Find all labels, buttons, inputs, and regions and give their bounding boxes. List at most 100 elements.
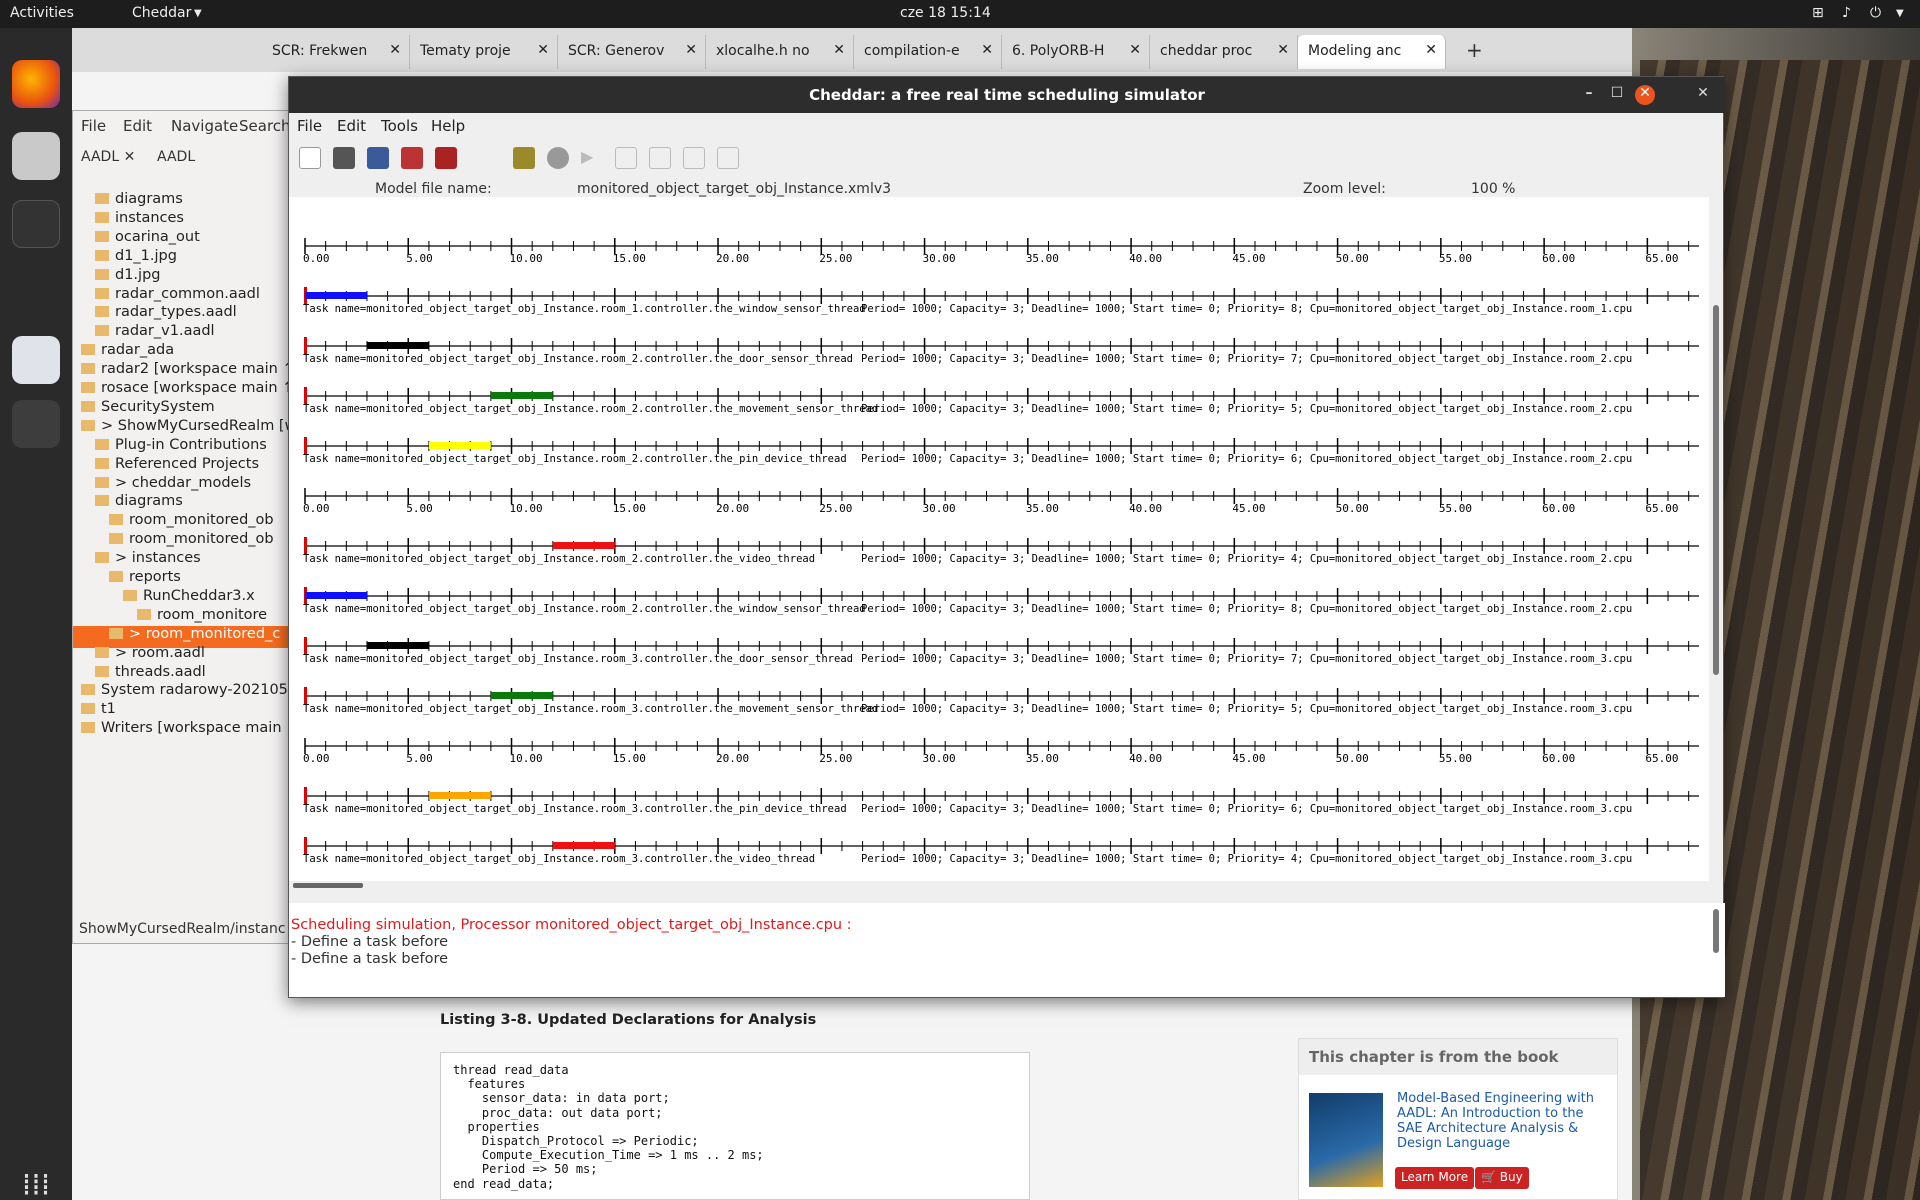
close-icon[interactable]: ✕ [1693, 85, 1713, 105]
close-icon[interactable]: ✕ [1635, 85, 1655, 105]
tick-label: 40.00 [1129, 752, 1162, 765]
clock[interactable]: cze 18 15:14 [900, 5, 991, 21]
task-params: Period= 1000; Capacity= 3; Deadline= 100… [861, 703, 1632, 715]
volume-icon[interactable]: ♪ [1842, 5, 1851, 21]
browser-tab[interactable]: SCR: Frekwen ✕ [262, 35, 410, 69]
exit-icon[interactable] [435, 147, 457, 169]
browser-tab[interactable]: cheddar proc ✕ [1150, 35, 1298, 69]
minimize-icon[interactable]: – [1579, 85, 1599, 105]
learn-more-button[interactable]: Learn More [1395, 1167, 1475, 1189]
tick-label: 5.00 [406, 252, 433, 265]
tree-item[interactable]: Writers [workspace main [81, 720, 282, 742]
close-icon[interactable]: ✕ [1277, 42, 1289, 58]
browser-tab[interactable]: compilation-e ✕ [854, 35, 1002, 69]
menu-edit[interactable]: Edit [337, 117, 366, 135]
zoom-in-icon[interactable] [683, 147, 705, 169]
app-menu[interactable]: Cheddar [132, 5, 191, 21]
browser-tab[interactable]: 6. PolyORB-H ✕ [1002, 35, 1150, 69]
eclipse-tab-aadl[interactable]: AADL [157, 149, 195, 165]
tab-label: 6. PolyORB-H [1012, 43, 1105, 59]
eclipse-menu-edit[interactable]: Edit [123, 117, 152, 135]
tree-item-label: SecuritySystem [101, 398, 215, 415]
task-params: Period= 1000; Capacity= 3; Deadline= 100… [861, 853, 1632, 865]
tick-label: 30.00 [923, 252, 956, 265]
close-icon[interactable]: ✕ [537, 42, 549, 58]
eclipse-menu-file[interactable]: File [81, 117, 106, 135]
browser-tab[interactable]: Tematy proje ✕ [410, 35, 558, 69]
edit-model-icon[interactable] [513, 147, 535, 169]
close-icon[interactable]: ✕ [124, 149, 136, 165]
tab-label: SCR: Generov [568, 43, 665, 59]
close-icon[interactable]: ✕ [1425, 42, 1437, 58]
code-line: features [453, 1077, 526, 1092]
running-app-icon[interactable] [12, 400, 60, 448]
folder-icon [95, 193, 109, 204]
task-execution-bar [366, 342, 429, 349]
close-icon[interactable]: ✕ [685, 42, 697, 58]
close-icon[interactable]: ✕ [833, 42, 845, 58]
new-file-icon[interactable] [299, 147, 321, 169]
maximize-icon[interactable]: ☐ [1607, 85, 1627, 105]
tick-label: 40.00 [1129, 502, 1162, 515]
folder-icon [109, 514, 123, 526]
activities-button[interactable]: Activities [10, 5, 74, 21]
horizontal-scrollbar[interactable] [293, 883, 363, 888]
files-icon[interactable] [12, 132, 60, 180]
text-editor-icon[interactable] [12, 336, 60, 384]
run-icon[interactable]: ▶ [581, 147, 603, 169]
folder-icon [137, 608, 151, 620]
console-line: - Define a task before [291, 951, 449, 967]
show-apps-icon[interactable]: ⁞⁞⁞ [12, 1168, 60, 1200]
firefox-icon[interactable] [12, 60, 60, 108]
task-label: Task name=monitored_object_target_obj_In… [303, 353, 853, 365]
tab-label: SCR: Frekwen [272, 43, 368, 59]
system-menu-caret-icon[interactable]: ▼ [1896, 8, 1904, 19]
tab-label: Modeling anc [1308, 43, 1402, 59]
browser-tab-active[interactable]: Modeling anc ✕ [1298, 35, 1446, 69]
tree-item-label: reports [129, 569, 181, 585]
book-cover-image[interactable] [1309, 1093, 1383, 1187]
open-folder-icon[interactable] [333, 147, 355, 169]
menu-help[interactable]: Help [431, 117, 465, 135]
model-file-label: Model file name: [375, 181, 492, 197]
power-icon[interactable]: ⏻ [1870, 5, 1881, 21]
tick-label: 60.00 [1542, 252, 1575, 265]
eclipse-menu-search[interactable]: Search [239, 117, 291, 135]
tree-item-label: radar_ada [101, 342, 175, 359]
vertical-scrollbar[interactable] [1713, 305, 1719, 675]
task-label: Task name=monitored_object_target_obj_In… [303, 603, 866, 615]
buy-button[interactable]: 🛒 Buy [1475, 1167, 1529, 1189]
save-icon[interactable] [367, 147, 389, 169]
close-icon[interactable]: ✕ [1129, 42, 1141, 58]
tick-label: 45.00 [1232, 252, 1265, 265]
save-as-icon[interactable] [401, 147, 423, 169]
schedule-icon[interactable] [615, 147, 637, 169]
network-icon[interactable]: ⊞ [1812, 5, 1824, 21]
menu-tools[interactable]: Tools [381, 117, 418, 135]
code-line: thread read_data [453, 1063, 569, 1077]
code-line: sensor_data: in data port; [453, 1091, 670, 1106]
eclipse-tab-aadl-navigator[interactable]: AADL ✕ [81, 149, 135, 165]
menu-file[interactable]: File [297, 117, 322, 135]
close-icon[interactable]: ✕ [389, 42, 401, 58]
settings-gear-icon[interactable] [547, 147, 569, 169]
terminal-icon[interactable] [12, 200, 60, 248]
zoom-fit-icon[interactable] [717, 147, 739, 169]
eclipse-menu-navigate[interactable]: Navigate [171, 117, 238, 135]
browser-tab[interactable]: SCR: Generov ✕ [558, 35, 706, 69]
folder-icon [123, 589, 137, 601]
task-execution-bar [366, 642, 429, 649]
task-params: Period= 1000; Capacity= 3; Deadline= 100… [861, 803, 1632, 815]
code-line: proc_data: out data port; [453, 1105, 663, 1120]
new-tab-icon[interactable]: + [1466, 38, 1483, 62]
folder-icon [81, 363, 95, 375]
console-error-line: Scheduling simulation, Processor monitor… [291, 917, 852, 933]
browser-tab[interactable]: xlocalhe.h no ✕ [706, 35, 854, 69]
task-execution-bar [552, 842, 615, 849]
console-scrollbar[interactable] [1713, 909, 1719, 953]
scheduling-timeline[interactable]: 0.00 5.00 10.00 15.00 20.00 25.00 30.00 35.00 40… [289, 197, 1709, 881]
close-icon[interactable]: ✕ [981, 42, 993, 58]
book-title-link[interactable]: Model-Based Engineering with AADL: An In… [1397, 1091, 1607, 1151]
tree-item-label: instances [115, 209, 184, 226]
zoom-out-icon[interactable] [649, 147, 671, 169]
